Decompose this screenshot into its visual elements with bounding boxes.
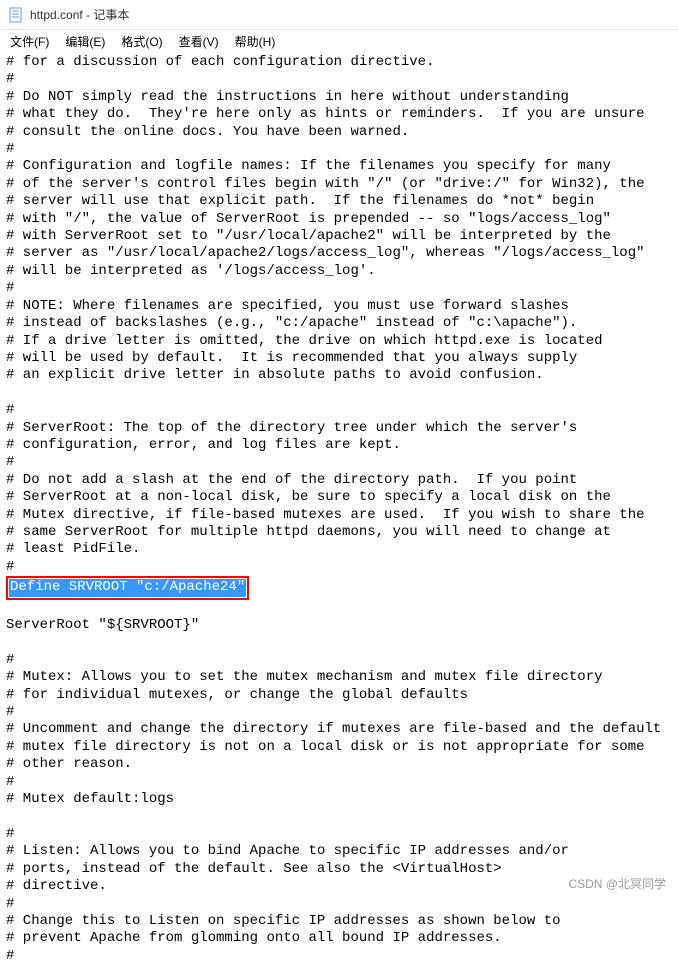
text-block-2: ServerRoot "${SRVROOT}" # # Mutex: Allow… [6, 617, 661, 964]
window-title: httpd.conf - 记事本 [30, 6, 129, 23]
notepad-icon [8, 7, 24, 23]
menu-view[interactable]: 查看(V) [173, 31, 225, 52]
menubar: 文件(F) 编辑(E) 格式(O) 查看(V) 帮助(H) [0, 30, 678, 52]
text-block-1: # for a discussion of each configuration… [6, 54, 645, 575]
menu-file[interactable]: 文件(F) [4, 31, 55, 52]
menu-help[interactable]: 帮助(H) [229, 31, 282, 52]
menu-edit[interactable]: 编辑(E) [59, 31, 111, 52]
editor-content[interactable]: # for a discussion of each configuration… [0, 52, 678, 967]
watermark: CSDN @北冥同学 [568, 875, 666, 892]
menu-format[interactable]: 格式(O) [115, 31, 168, 52]
selected-text: Define SRVROOT "c:/Apache24" [9, 579, 246, 596]
highlight-box: Define SRVROOT "c:/Apache24" [6, 576, 249, 599]
window-titlebar: httpd.conf - 记事本 [0, 0, 678, 30]
